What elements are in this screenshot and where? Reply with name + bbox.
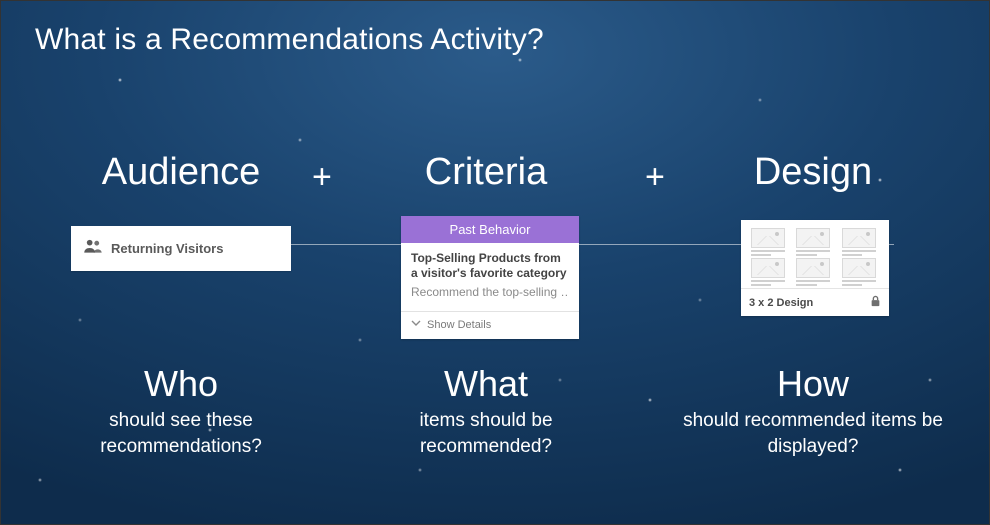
chevron-down-icon xyxy=(411,318,421,330)
heading-audience: Audience xyxy=(51,151,311,194)
criteria-title: Top-Selling Products from a visitor's fa… xyxy=(411,251,569,281)
qa-criteria: What items should be recommended? xyxy=(351,366,621,459)
qa-audience-big: Who xyxy=(46,366,316,402)
criteria-card[interactable]: Past Behavior Top-Selling Products from … xyxy=(401,216,579,339)
design-thumbnail xyxy=(842,258,876,282)
audience-card[interactable]: Returning Visitors xyxy=(71,226,291,271)
design-thumbnail-grid xyxy=(741,220,889,288)
qa-design-big: How xyxy=(678,366,948,402)
qa-audience: Who should see these recommendations? xyxy=(46,366,316,459)
design-thumbnail xyxy=(796,228,830,252)
plus-2: + xyxy=(645,158,665,197)
qa-audience-small: should see these recommendations? xyxy=(46,408,316,459)
heading-criteria: Criteria xyxy=(356,151,616,194)
plus-1: + xyxy=(312,158,332,197)
qa-criteria-big: What xyxy=(351,366,621,402)
audience-label: Returning Visitors xyxy=(111,241,223,256)
criteria-description: Recommend the top-selling … xyxy=(411,285,569,299)
people-icon xyxy=(83,238,103,259)
qa-design-small: should recommended items be displayed? xyxy=(678,408,948,459)
design-card[interactable]: 3 x 2 Design xyxy=(741,220,889,316)
design-thumbnail xyxy=(751,258,785,282)
qa-criteria-small: items should be recommended? xyxy=(351,408,621,459)
design-caption: 3 x 2 Design xyxy=(749,297,813,309)
page-title: What is a Recommendations Activity? xyxy=(35,23,544,57)
design-thumbnail xyxy=(796,258,830,282)
qa-design: How should recommended items be displaye… xyxy=(678,366,948,459)
heading-design: Design xyxy=(683,151,943,194)
lock-icon xyxy=(870,295,881,310)
criteria-category-bar: Past Behavior xyxy=(401,216,579,243)
design-thumbnail xyxy=(751,228,785,252)
show-details-toggle[interactable]: Show Details xyxy=(401,311,579,339)
design-thumbnail xyxy=(842,228,876,252)
show-details-label: Show Details xyxy=(427,319,491,331)
